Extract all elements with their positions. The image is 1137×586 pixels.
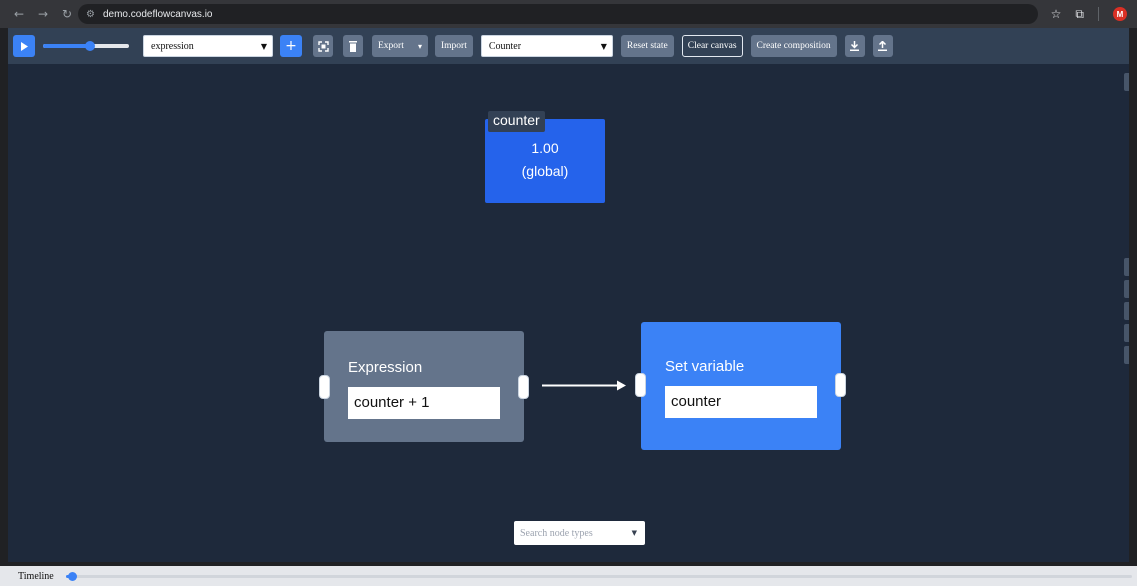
upload-button[interactable] [872,35,893,57]
side-panel-tab[interactable] [1124,324,1129,342]
star-icon[interactable]: ☆ [1051,7,1062,21]
set-variable-node[interactable]: Set variable counter [641,322,841,450]
variable-node-value: 1.00 [531,140,559,156]
expression-output-port[interactable] [518,375,529,399]
slider-thumb[interactable] [85,41,96,51]
flow-select-value: Counter [488,40,522,52]
export-label: Export [378,41,404,51]
fit-view-button[interactable] [313,35,333,57]
variable-node-scope: (global) [521,163,569,179]
export-button[interactable]: Export ▾ [372,35,428,57]
search-node-types-select[interactable]: Search node types ▼ [514,521,645,545]
add-node-button[interactable]: + [280,35,302,57]
divider [1098,7,1099,21]
fit-view-icon [317,40,329,52]
browser-actions: ☆ ⧉ M [1051,4,1127,24]
reset-state-button[interactable]: Reset state [620,35,674,57]
extensions-icon[interactable]: ⧉ [1075,7,1084,22]
side-panel-tab[interactable] [1124,302,1129,320]
site-settings-icon[interactable]: ⚙ [86,9,95,20]
trash-icon [349,40,357,52]
timeline-bar: Timeline [0,566,1137,586]
plus-icon: + [285,38,297,54]
create-composition-label: Create composition [756,41,831,51]
variable-node-name: counter [488,111,545,132]
url-text: demo.codeflowcanvas.io [102,8,213,20]
play-icon [21,41,28,51]
slider-fill [43,44,91,48]
side-panel-tab[interactable] [1124,280,1129,298]
set-variable-input[interactable]: counter [665,386,817,418]
create-composition-button[interactable]: Create composition [750,35,837,57]
set-variable-node-title: Set variable [665,358,745,375]
download-icon [850,41,860,51]
set-variable-input-port[interactable] [635,373,646,397]
node-type-select[interactable]: expression ▼ [143,35,273,57]
timeline-thumb[interactable] [68,572,77,581]
timeline-label: Timeline [18,570,54,582]
chevron-down-icon: ▼ [631,529,637,537]
search-node-types-placeholder: Search node types [520,527,593,539]
arrow-head-icon [617,380,626,391]
expression-node-title: Expression [348,359,423,376]
play-button[interactable] [13,35,35,57]
caret-down-icon: ▾ [417,41,422,51]
speed-slider[interactable] [43,35,129,57]
set-variable-output-port[interactable] [835,373,846,397]
timeline-slider[interactable] [66,572,1132,581]
avatar[interactable]: M [1113,7,1127,21]
address-bar[interactable]: ⚙ demo.codeflowcanvas.io [78,4,1038,24]
upload-icon [878,41,888,51]
browser-toolbar: ← → ↻ ⚙ demo.codeflowcanvas.io ☆ ⧉ M [0,0,1137,28]
app-toolbar: expression ▼ + Export ▾ Import Counter ▼… [8,28,1129,64]
expression-input-port[interactable] [319,375,330,399]
back-icon[interactable]: ← [8,3,30,25]
clear-canvas-label: Clear canvas [687,41,737,51]
flow-select[interactable]: Counter ▼ [480,35,613,57]
delete-button[interactable] [343,35,363,57]
connection-edge[interactable] [540,377,630,395]
expression-node[interactable]: Expression counter + 1 [324,331,524,442]
clear-canvas-button[interactable]: Clear canvas [681,35,743,57]
reload-icon[interactable]: ↻ [56,3,78,25]
side-panel-tab[interactable] [1124,346,1129,364]
download-button[interactable] [844,35,865,57]
import-label: Import [441,41,467,51]
import-button[interactable]: Import [435,35,473,57]
chevron-down-icon: ▼ [600,41,607,51]
expression-input[interactable]: counter + 1 [348,387,500,419]
side-panel-tab[interactable] [1124,73,1129,91]
side-panel-tab[interactable] [1124,258,1129,276]
node-type-select-value: expression [151,40,194,52]
reset-state-label: Reset state [626,41,668,51]
chevron-down-icon: ▼ [260,41,267,51]
forward-icon[interactable]: → [32,3,54,25]
